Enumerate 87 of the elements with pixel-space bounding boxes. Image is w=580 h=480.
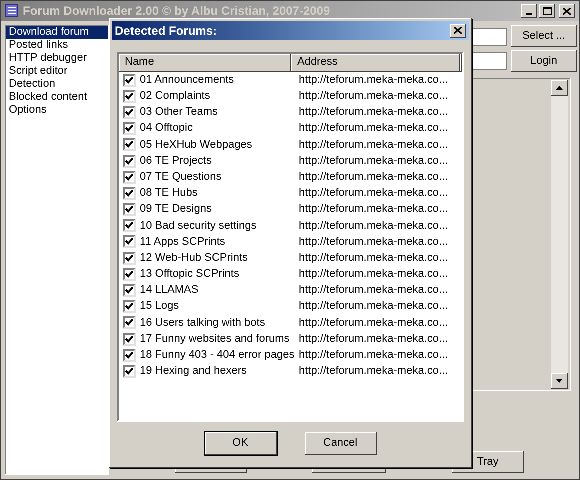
forum-address: http://teforum.meka-meka.co... [298,89,448,104]
forum-address: http://teforum.meka-meka.co... [298,105,448,120]
up-arrow-icon [556,86,563,90]
sidebar-item[interactable]: Blocked content [6,91,108,104]
checkbox[interactable] [123,186,136,200]
checkbox[interactable] [123,364,136,378]
text-field[interactable] [471,52,507,70]
forum-name: 16 Users talking with bots [140,316,266,331]
scroll-down-button[interactable] [551,373,568,389]
checkbox[interactable] [123,219,136,232]
down-arrow-icon [556,379,563,383]
sidebar-item[interactable]: Script editor [6,65,108,78]
sidebar-item[interactable]: Options [6,104,108,117]
push-button[interactable]: Login [511,50,577,72]
sidebar-item[interactable]: Download forum [6,26,108,39]
close-button[interactable] [450,24,466,38]
forum-address: http://teforum.meka-meka.co... [298,299,448,314]
sidebar-item[interactable]: HTTP debugger [6,52,108,65]
forum-address: http://teforum.meka-meka.co... [298,154,448,169]
forum-address: http://teforum.meka-meka.co... [298,218,448,234]
app-icon [5,4,19,18]
cancel-button[interactable]: Cancel [304,432,376,455]
checkbox[interactable] [123,90,136,103]
checkbox[interactable] [123,300,136,314]
checkbox[interactable] [123,332,136,346]
forum-name: 03 Other Teams [140,105,218,120]
checkbox[interactable] [123,284,136,298]
push-button[interactable]: Select ... [511,25,577,47]
forum-name: 18 Funny 403 - 404 error pages [140,348,295,364]
forum-address: http://teforum.meka-meka.co... [298,348,448,364]
forum-name: 08 TE Hubs [140,186,198,202]
checkbox[interactable] [123,348,136,362]
column-header[interactable]: Address [291,54,460,72]
scroll-up-button[interactable] [551,80,568,96]
forum-name: 06 TE Projects [140,154,212,169]
checkbox[interactable] [123,203,136,216]
forum-address: http://teforum.meka-meka.co... [298,138,448,153]
forum-address: http://teforum.meka-meka.co... [298,316,448,331]
maximize-button[interactable] [539,4,555,18]
forum-name: 19 Hexing and hexers [140,364,248,380]
forum-name: 10 Bad security settings [140,218,257,234]
checkbox[interactable] [123,235,136,248]
checkbox[interactable] [123,252,136,265]
checkbox[interactable] [123,74,136,87]
checkbox[interactable] [123,138,136,152]
forum-address: http://teforum.meka-meka.co... [298,364,448,380]
forum-address: http://teforum.meka-meka.co... [298,121,448,136]
forum-name: 15 Logs [140,299,180,314]
text-field[interactable] [471,28,507,46]
checkbox[interactable] [123,106,136,119]
forum-name: 13 Offtopic SCPrints [140,267,240,282]
forum-address: http://teforum.meka-meka.co... [298,202,448,218]
forum-address: http://teforum.meka-meka.co... [298,170,448,185]
checkbox[interactable] [123,316,136,330]
sidebar-item[interactable]: Detection [6,78,108,91]
maximize-icon [542,7,552,15]
minimize-icon [526,13,532,15]
forum-address: http://teforum.meka-meka.co... [298,234,448,250]
forum-address: http://teforum.meka-meka.co... [298,72,448,88]
minimize-button[interactable] [521,4,537,18]
checkbox[interactable] [123,170,136,184]
forum-name: 07 TE Questions [140,170,222,185]
scrollbar[interactable] [551,80,568,389]
checkbox[interactable] [123,154,136,168]
column-header[interactable]: Name [119,54,292,72]
forum-name: 05 HeXHub Webpages [140,138,252,153]
forum-name: 12 Web-Hub SCPrints [140,250,248,266]
forum-address: http://teforum.meka-meka.co... [298,186,448,202]
forum-name: 02 Complaints [140,89,210,104]
checkbox[interactable] [123,122,136,136]
forum-name: 01 Announcements [140,72,234,88]
close-icon [563,8,571,14]
forum-address: http://teforum.meka-meka.co... [298,283,448,298]
forum-address: http://teforum.meka-meka.co... [298,332,448,347]
dialog-title: Detected Forums: [115,22,218,40]
forum-name: 09 TE Designs [140,202,212,218]
close-button[interactable] [559,4,575,18]
close-icon [454,27,462,34]
checkbox[interactable] [123,268,136,281]
forum-name: 04 Offtopic [140,121,193,136]
forum-address: http://teforum.meka-meka.co... [298,250,448,266]
forum-address: http://teforum.meka-meka.co... [298,267,448,282]
sidebar-item[interactable]: Posted links [6,39,108,52]
forum-name: 11 Apps SCPrints [140,234,226,250]
forum-name: 14 LLAMAS [140,283,199,298]
forum-name: 17 Funny websites and forums [140,332,290,347]
ok-button[interactable]: OK [204,432,276,455]
